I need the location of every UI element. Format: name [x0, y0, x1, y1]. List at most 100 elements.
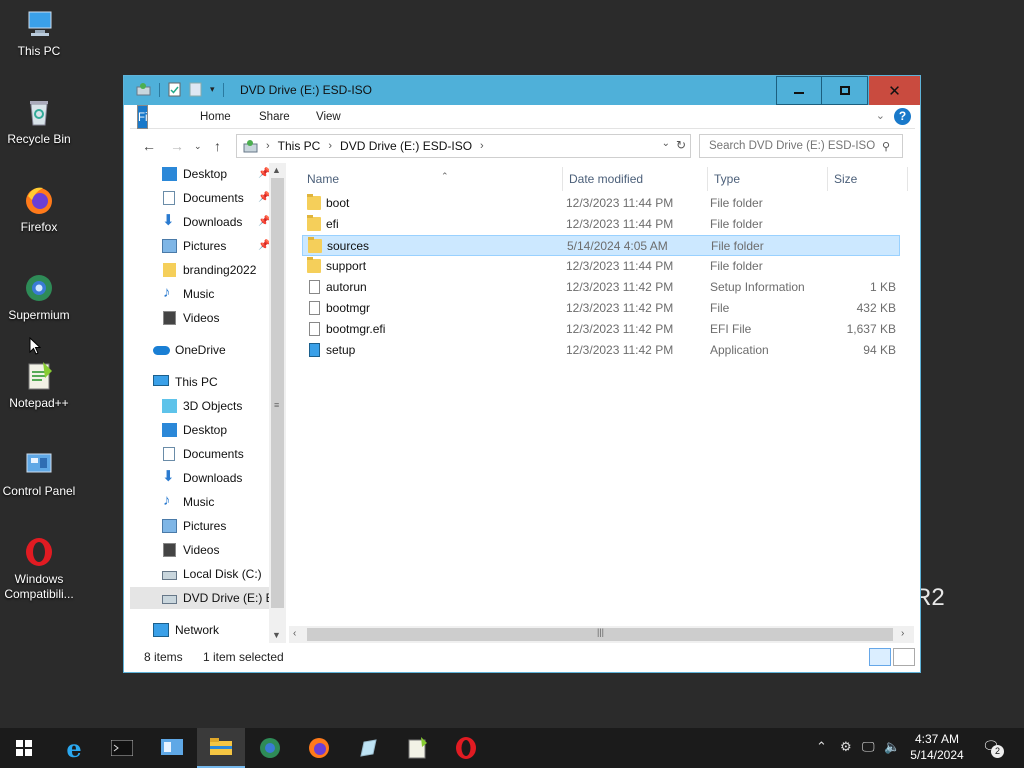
pictures-icon	[162, 519, 177, 533]
tab-file[interactable]: File	[137, 105, 157, 129]
file-row-boot[interactable]: boot 12/3/2023 11:44 PM File folder	[302, 193, 900, 214]
show-hidden-icons-icon[interactable]: ⌃	[816, 739, 827, 755]
address-dropdown-icon[interactable]: ⌄	[662, 138, 670, 149]
column-header-type[interactable]: Type	[708, 167, 828, 191]
scroll-up-icon[interactable]: ▲	[272, 165, 281, 175]
ribbon-expand-icon[interactable]: ⌄	[876, 109, 885, 122]
taskbar-supermium[interactable]	[246, 728, 294, 768]
search-icon[interactable]: ⚲	[882, 140, 890, 153]
desktop-icon-this-pc[interactable]: This PC	[0, 8, 78, 59]
qat-dropdown-icon[interactable]: ▾	[210, 84, 215, 95]
nav-item-pictures[interactable]: Pictures 📌	[130, 235, 269, 257]
taskbar-server-manager[interactable]	[148, 728, 196, 768]
nav-item-pc-desktop[interactable]: Desktop	[130, 419, 269, 441]
file-date-modified: 12/3/2023 11:42 PM	[566, 322, 674, 336]
taskbar-internet-explorer[interactable]: e	[50, 728, 98, 768]
file-row-efi[interactable]: efi 12/3/2023 11:44 PM File folder	[302, 214, 900, 235]
file-row-bootmgr-efi[interactable]: bootmgr.efi 12/3/2023 11:42 PM EFI File 1,6…	[302, 319, 900, 340]
scroll-down-icon[interactable]: ▼	[272, 630, 281, 640]
file-name: sources	[327, 239, 370, 253]
nav-item-local-disk[interactable]: Local Disk (C:)	[130, 563, 269, 585]
desktop-icon-firefox[interactable]: Firefox	[0, 184, 78, 235]
tab-home[interactable]: Home	[186, 105, 245, 129]
nav-pane-scrollbar[interactable]: ▲ ≡ ▼	[269, 163, 286, 643]
nav-item-documents[interactable]: Documents 📌	[130, 187, 269, 209]
nav-item-this-pc[interactable]: This PC	[130, 371, 269, 393]
nav-item-music[interactable]: ♪ Music	[130, 283, 269, 305]
desktop-icon-recycle-bin[interactable]: Recycle Bin	[0, 96, 78, 147]
volume-muted-icon[interactable]: 🔈	[884, 739, 900, 755]
supermium-icon	[260, 738, 280, 758]
column-header-size[interactable]: Size	[828, 167, 908, 191]
taskbar-clock[interactable]: 4:37 AM 5/14/2024	[902, 731, 972, 763]
breadcrumb-separator-icon[interactable]: ›	[480, 140, 484, 152]
column-header-date-modified[interactable]: Date modified	[563, 167, 708, 191]
minimize-button[interactable]	[776, 76, 822, 105]
up-button[interactable]: ↑	[214, 138, 221, 154]
breadcrumb-dvd-drive[interactable]: DVD Drive (E:) ESD-ISO	[340, 139, 472, 153]
taskbar-firefox[interactable]	[295, 728, 343, 768]
close-button[interactable]: ✕	[869, 76, 920, 105]
nav-item-desktop[interactable]: Desktop 📌	[130, 163, 269, 185]
large-icons-view-button[interactable]	[893, 648, 915, 666]
nav-item-pc-videos[interactable]: Videos	[130, 539, 269, 561]
breadcrumb-separator-icon[interactable]: ›	[328, 140, 332, 152]
tray-app-icon[interactable]: ⚙	[840, 739, 852, 755]
properties-icon[interactable]	[168, 82, 181, 97]
start-button[interactable]	[0, 728, 48, 768]
control-panel-icon	[23, 448, 55, 480]
action-center-button[interactable]: 🗨 2	[982, 738, 1004, 758]
back-button[interactable]: ←	[142, 138, 156, 154]
scroll-left-icon[interactable]: ‹	[293, 628, 296, 639]
details-view-button[interactable]	[869, 648, 891, 666]
nav-item-downloads[interactable]: ⬇ Downloads 📌	[130, 211, 269, 233]
recent-locations-icon[interactable]: ⌄	[194, 141, 202, 152]
file-row-support[interactable]: support 12/3/2023 11:44 PM File folder	[302, 256, 900, 277]
breadcrumb-separator-icon[interactable]: ›	[266, 140, 270, 152]
breadcrumb-this-pc[interactable]: This PC	[278, 139, 321, 153]
network-status-icon[interactable]: 🖵	[862, 739, 875, 755]
desktop-icon-notepadpp[interactable]: Notepad++	[0, 360, 78, 411]
nav-item-onedrive[interactable]: OneDrive	[130, 339, 269, 361]
forward-button[interactable]: →	[170, 138, 184, 154]
desktop-icon-supermium[interactable]: Supermium	[0, 272, 78, 323]
title-bar[interactable]: ▾ DVD Drive (E:) ESD-ISO ✕	[124, 76, 920, 105]
nav-item-pc-music[interactable]: ♪ Music	[130, 491, 269, 513]
file-list-horizontal-scrollbar[interactable]: ‹ ||| ›	[289, 626, 914, 643]
address-bar[interactable]: › This PC › DVD Drive (E:) ESD-ISO › ⌄ ↻	[236, 134, 691, 158]
nav-item-pc-pictures[interactable]: Pictures	[130, 515, 269, 537]
help-button[interactable]: ?	[894, 108, 911, 125]
desktop-icon-windows-compatibility[interactable]: Windows Compatibili...	[0, 536, 78, 602]
nav-item-dvd-drive[interactable]: DVD Drive (E:) ESD-ISO	[130, 587, 269, 609]
nav-item-pc-documents[interactable]: Documents	[130, 443, 269, 465]
view-switcher	[869, 648, 915, 666]
hard-drive-icon	[162, 571, 177, 580]
desktop-icon-control-panel[interactable]: Control Panel	[0, 448, 78, 499]
taskbar-file-explorer[interactable]	[197, 728, 245, 768]
search-input[interactable]	[699, 134, 903, 158]
taskbar-app-pen[interactable]	[344, 728, 392, 768]
taskbar-opera[interactable]	[442, 728, 490, 768]
taskbar-command-prompt[interactable]	[98, 728, 146, 768]
scrollbar-thumb[interactable]	[271, 178, 284, 608]
nav-item-label: Pictures	[183, 239, 227, 253]
maximize-button[interactable]	[822, 76, 868, 105]
nav-item-3d-objects[interactable]: 3D Objects	[130, 395, 269, 417]
file-row-bootmgr[interactable]: bootmgr 12/3/2023 11:42 PM File 432 KB	[302, 298, 900, 319]
nav-item-network[interactable]: Network	[130, 619, 269, 641]
new-folder-icon[interactable]	[189, 82, 202, 97]
column-header-name[interactable]: Name ⌃	[301, 167, 563, 191]
tab-view[interactable]: View	[302, 105, 355, 129]
file-row-autorun[interactable]: autorun 12/3/2023 11:42 PM Setup Informati…	[302, 277, 900, 298]
file-explorer-window: ▾ DVD Drive (E:) ESD-ISO ✕ File Home Sha…	[123, 75, 921, 673]
nav-item-videos[interactable]: Videos	[130, 307, 269, 329]
nav-item-pc-downloads[interactable]: ⬇ Downloads	[130, 467, 269, 489]
refresh-icon[interactable]: ↻	[676, 138, 686, 152]
scroll-right-icon[interactable]: ›	[901, 628, 904, 639]
file-type: EFI File	[710, 322, 752, 336]
file-row-setup[interactable]: setup 12/3/2023 11:42 PM Application 94 KB	[302, 340, 900, 361]
nav-item-branding2022[interactable]: branding2022	[130, 259, 269, 281]
file-row-sources[interactable]: sources 5/14/2024 4:05 AM File folder	[302, 235, 900, 256]
tab-share[interactable]: Share	[245, 105, 304, 129]
taskbar-notepadpp[interactable]	[393, 728, 441, 768]
